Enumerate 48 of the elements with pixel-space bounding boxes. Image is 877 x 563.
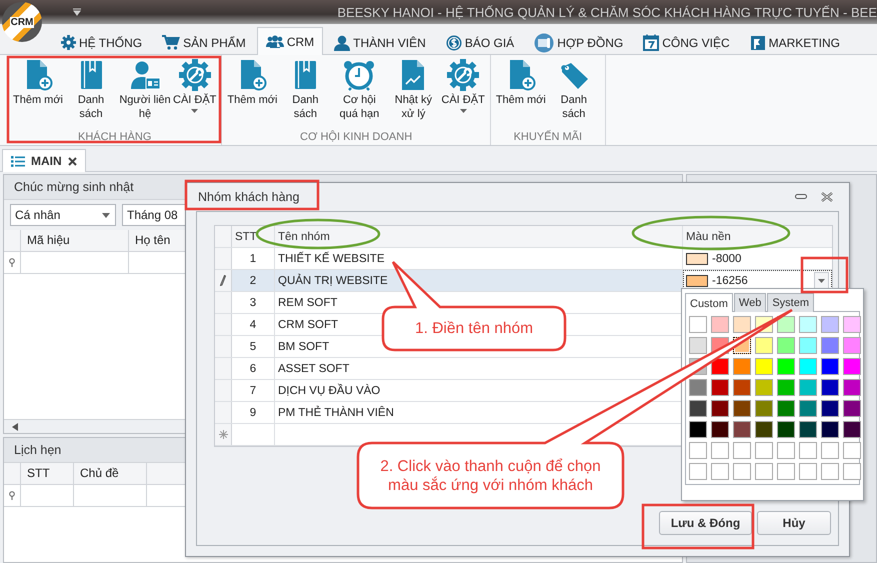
ribbon-button[interactable]: Thêm mới (12, 59, 64, 131)
ribbon-tab[interactable]: HỢP ĐỒNG (525, 29, 632, 55)
column-header[interactable]: Tên nhóm (275, 226, 683, 247)
ribbon-button[interactable]: Danh sách (546, 59, 601, 131)
ribbon-tab[interactable]: MARKETING (740, 29, 849, 55)
ribbon-button[interactable]: Thêm mới (494, 59, 547, 131)
column-header[interactable]: STT (232, 226, 275, 247)
group-label: KHUYẾN MÃI (514, 131, 582, 143)
cancel-button[interactable]: Hủy (757, 511, 831, 535)
ribbon-button[interactable]: Nhật ký xử lý (386, 59, 440, 131)
ribbon-tab[interactable]: SẢN PHẨM (153, 29, 255, 55)
ribbon-tab[interactable]: BÁO GIÁ (436, 29, 524, 55)
table-cell: 4 (232, 314, 275, 335)
ribbon-button[interactable]: Thêm mới (226, 59, 278, 131)
ribbon-button[interactable]: Danh sách (278, 59, 332, 131)
ribbon-tab[interactable]: HỆ THỐNG (52, 29, 152, 55)
ribbon-tab[interactable]: CÔNG VIỆC (634, 29, 739, 55)
ribbon-button[interactable]: Danh sách (64, 59, 118, 131)
column-header[interactable]: STT (21, 463, 74, 484)
ribbon-tab[interactable]: THÀNH VIÊN (325, 29, 435, 55)
window-title: BEESKY HANOI - HỆ THỐNG QUẢN LÝ & CHĂM SÓC KHÁCH HÀNG TRỰC TUYẾN - BEE (337, 4, 877, 20)
save-button[interactable]: Lưu & Đóng (659, 511, 752, 535)
ribbon-button[interactable]: CÀI ĐẶT (172, 59, 218, 131)
ribbon-button[interactable]: Cơ hội quá hạn (332, 59, 386, 131)
group-label: KHÁCH HÀNG (78, 131, 152, 143)
ribbon-button[interactable]: CÀI ĐẶT (440, 59, 486, 131)
table-cell: 7 (232, 380, 275, 401)
document-tab[interactable]: MAIN (2, 149, 86, 172)
group-label: CƠ HỘI KINH DOANH (300, 131, 412, 143)
column-header[interactable]: Chủ đề (74, 463, 147, 484)
table-cell: 1 (232, 248, 275, 269)
table-cell: 9 (232, 402, 275, 423)
picker-tab[interactable]: System (767, 293, 814, 312)
dropdown-field[interactable]: Cá nhân (10, 204, 116, 226)
color-value: -16256 (712, 274, 748, 286)
picker-tab[interactable]: Web (734, 293, 766, 312)
table-cell: 2 (232, 270, 275, 291)
table-row[interactable]: 2 QUẢN TRỊ WEBSITE -16256 (215, 270, 832, 292)
color-value: -8000 (712, 252, 742, 264)
column-header[interactable]: Màu nền (683, 226, 832, 247)
ribbon-button[interactable]: Người liên hệ (118, 59, 172, 131)
column-header[interactable]: Mã hiệu (21, 230, 129, 251)
app-logo[interactable]: CRM (2, 2, 42, 42)
table-cell: 5 (232, 336, 275, 357)
table-cell: 3 (232, 292, 275, 313)
ribbon-tab[interactable]: CRM (256, 27, 324, 55)
table-cell: 6 (232, 358, 275, 379)
picker-tab[interactable]: Custom (685, 293, 733, 312)
